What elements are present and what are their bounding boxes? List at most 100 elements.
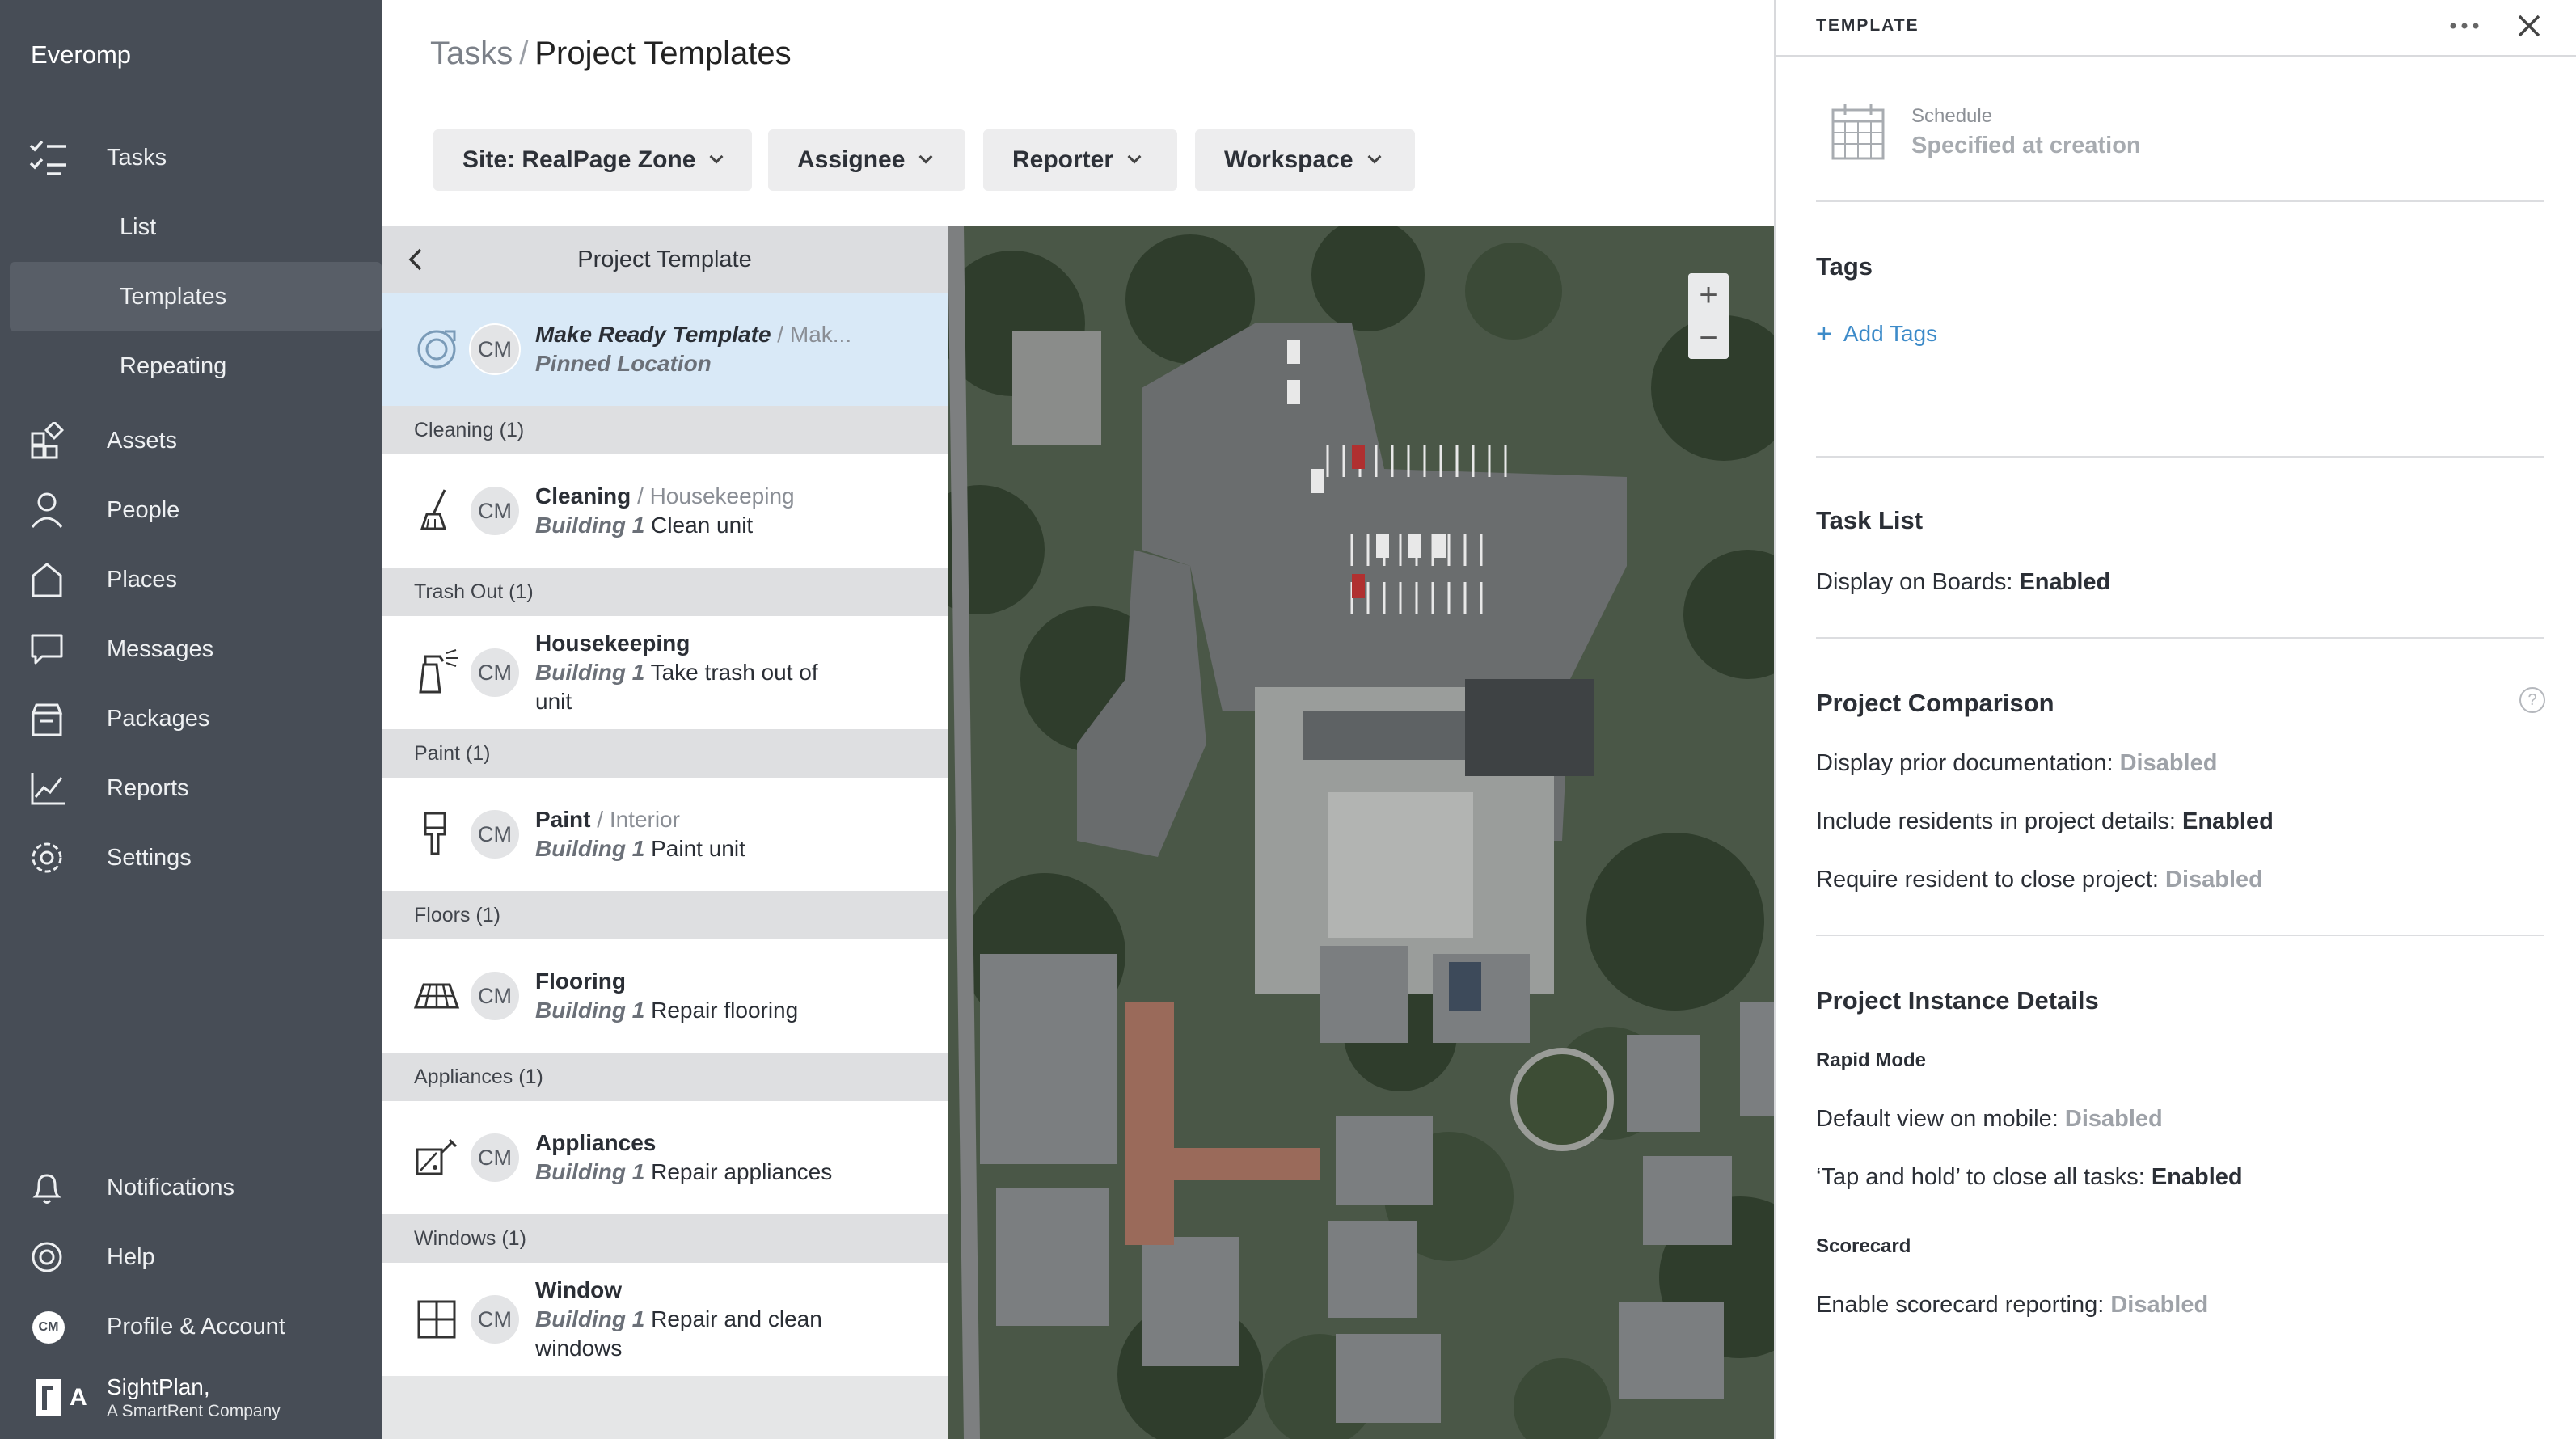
package-icon bbox=[31, 703, 63, 736]
zoom-in-button[interactable]: + bbox=[1688, 273, 1729, 316]
add-tags-button[interactable]: + Add Tags bbox=[1816, 320, 1937, 348]
sidebar-item-notifications[interactable]: Notifications bbox=[0, 1153, 382, 1222]
close-icon[interactable] bbox=[2516, 13, 2542, 39]
setting-label: Display prior documentation: bbox=[1816, 750, 2114, 776]
company-brand: A SightPlan, A SmartRent Company bbox=[31, 1374, 370, 1426]
project-comparison-heading: Project Comparison bbox=[1816, 689, 2054, 717]
sidebar-item-label: Assets bbox=[107, 427, 178, 454]
project-instance-heading: Project Instance Details bbox=[1816, 986, 2099, 1015]
item-category: Housekeeping bbox=[649, 483, 795, 509]
sidebar-item-label: Profile & Account bbox=[107, 1313, 285, 1340]
gear-icon bbox=[32, 842, 62, 873]
brand-name: SightPlan, bbox=[107, 1374, 210, 1399]
item-building: Building 1 bbox=[535, 1159, 645, 1184]
sidebar-item-label: Places bbox=[107, 566, 178, 593]
list-item[interactable]: CM Appliances Building 1 Repair applianc… bbox=[382, 1101, 948, 1214]
item-building: Building 1 bbox=[535, 660, 645, 685]
task-list-heading: Task List bbox=[1816, 506, 1924, 534]
sidebar-item-people[interactable]: People bbox=[0, 475, 382, 545]
sidebar-subitem-templates[interactable]: Templates bbox=[10, 262, 382, 331]
sidebar-item-assets[interactable]: Assets bbox=[0, 406, 382, 475]
item-title: Make Ready Template bbox=[535, 322, 771, 347]
group-header: Floors (1) bbox=[382, 891, 948, 939]
require-resident-setting: Require resident to close project: Disab… bbox=[1816, 867, 2263, 893]
sidebar-item-tasks[interactable]: Tasks bbox=[0, 123, 382, 192]
filter-workspace-dropdown[interactable]: Workspace bbox=[1195, 129, 1415, 191]
list-item[interactable]: CM Housekeeping Building 1 Take trash ou… bbox=[382, 616, 948, 729]
paint-brush-icon bbox=[424, 812, 446, 855]
plus-icon: + bbox=[1816, 319, 1832, 349]
item-title: Paint bbox=[535, 807, 591, 832]
broom-icon bbox=[420, 489, 447, 530]
calendar-icon bbox=[1831, 104, 1885, 160]
list-item-text: Flooring Building 1 Repair flooring bbox=[535, 967, 923, 1025]
item-category: Interior bbox=[609, 807, 680, 832]
filter-assignee-dropdown[interactable]: Assignee bbox=[768, 129, 965, 191]
item-description: Paint unit bbox=[651, 836, 745, 861]
group-header: Appliances (1) bbox=[382, 1053, 948, 1101]
default-view-setting: Default view on mobile: Disabled bbox=[1816, 1106, 2163, 1133]
sightplan-logo-icon bbox=[36, 1379, 61, 1416]
line-chart-icon bbox=[31, 773, 65, 805]
list-item-text: Appliances Building 1 Repair appliances bbox=[535, 1129, 923, 1187]
breadcrumb-tasks-link[interactable]: Tasks bbox=[430, 36, 513, 71]
breadcrumb: Tasks / Project Templates bbox=[430, 36, 792, 72]
app-logo: Everomp bbox=[31, 40, 132, 69]
setting-value: Disabled bbox=[2110, 1292, 2209, 1318]
chevron-left-icon[interactable] bbox=[404, 247, 429, 272]
sidebar-subitem-list[interactable]: List bbox=[10, 192, 382, 262]
sidebar-item-label: Tasks bbox=[107, 144, 167, 171]
list-header: Project Template bbox=[382, 226, 948, 293]
schedule-value: Specified at creation bbox=[1911, 133, 2141, 158]
more-options-icon[interactable] bbox=[2448, 21, 2481, 31]
home-icon bbox=[32, 563, 62, 597]
sidebar-subitem-repeating[interactable]: Repeating bbox=[10, 331, 382, 401]
sidebar-item-help[interactable]: Help bbox=[0, 1222, 382, 1292]
item-description-cont: unit bbox=[535, 689, 572, 714]
item-separator: / bbox=[771, 322, 790, 347]
avatar: CM bbox=[469, 808, 521, 860]
appliance-icon bbox=[416, 1138, 458, 1175]
bell-icon bbox=[32, 1174, 61, 1204]
include-residents-setting: Include residents in project details: En… bbox=[1816, 808, 2274, 835]
satellite-map[interactable]: + − bbox=[948, 226, 1774, 1439]
avatar: CM bbox=[469, 1132, 521, 1184]
zoom-out-button[interactable]: − bbox=[1688, 316, 1729, 359]
assets-icon bbox=[31, 422, 65, 459]
filter-site-dropdown[interactable]: Site: RealPage Zone bbox=[433, 129, 752, 191]
sidebar-item-messages[interactable]: Messages bbox=[0, 614, 382, 684]
list-item[interactable]: CM Window Building 1 Repair and clean wi… bbox=[382, 1263, 948, 1376]
sidebar-item-packages[interactable]: Packages bbox=[0, 684, 382, 753]
sidebar-item-settings[interactable]: Settings bbox=[0, 823, 382, 893]
list-item[interactable]: CM Paint / Interior Building 1 Paint uni… bbox=[382, 778, 948, 891]
sidebar-item-reports[interactable]: Reports bbox=[0, 753, 382, 823]
item-title: Housekeeping bbox=[535, 631, 690, 656]
sidebar-item-label: People bbox=[107, 496, 180, 523]
chevron-down-icon bbox=[709, 150, 724, 164]
item-building: Building 1 bbox=[535, 1306, 645, 1331]
list-item-selected[interactable]: CM Make Ready Template / Mak... Pinned L… bbox=[382, 293, 948, 406]
spray-bottle-icon bbox=[419, 649, 458, 694]
item-building: Building 1 bbox=[535, 998, 645, 1023]
sidebar-item-label: Help bbox=[107, 1243, 155, 1270]
setting-value: Disabled bbox=[2165, 867, 2263, 893]
filter-label: Assignee bbox=[797, 146, 906, 173]
target-icon bbox=[417, 330, 456, 369]
sidebar-item-profile[interactable]: CM Profile & Account bbox=[0, 1292, 382, 1361]
item-description: Take trash out of bbox=[650, 660, 818, 685]
item-subtitle: Pinned Location bbox=[535, 351, 712, 376]
item-building: Building 1 bbox=[535, 836, 645, 861]
template-list: Project Template CM Make Ready Template … bbox=[382, 226, 948, 1439]
panel-title: TEMPLATE bbox=[1816, 16, 1919, 35]
filter-reporter-dropdown[interactable]: Reporter bbox=[983, 129, 1177, 191]
window-icon bbox=[417, 1300, 456, 1339]
help-lifebuoy-icon bbox=[32, 1242, 62, 1272]
scorecard-subheading: Scorecard bbox=[1816, 1235, 1911, 1257]
item-title: Flooring bbox=[535, 968, 626, 994]
sidebar-item-places[interactable]: Places bbox=[0, 545, 382, 614]
list-item[interactable]: CM Flooring Building 1 Repair flooring bbox=[382, 939, 948, 1053]
display-on-boards-setting: Display on Boards: Enabled bbox=[1816, 569, 2110, 596]
help-circle-icon[interactable]: ? bbox=[2519, 687, 2545, 713]
list-item[interactable]: CM Cleaning / Housekeeping Building 1 Cl… bbox=[382, 454, 948, 568]
group-header: Trash Out (1) bbox=[382, 568, 948, 616]
